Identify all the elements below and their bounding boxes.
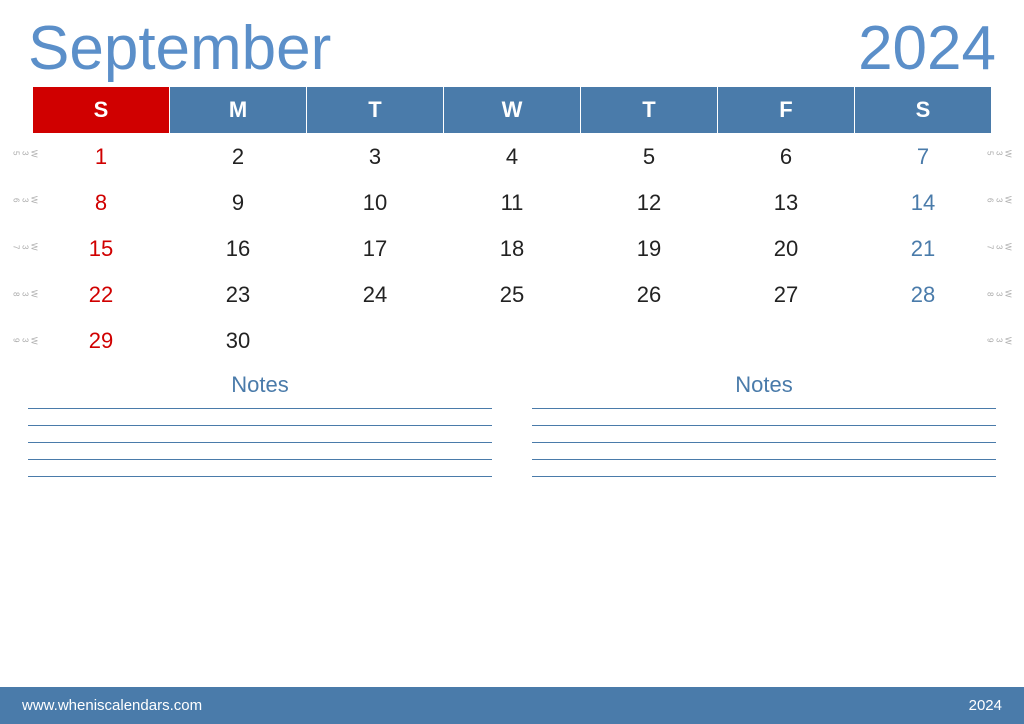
notes-right-line-1: [532, 408, 996, 409]
calendar-week-row: 22232425262728: [33, 272, 992, 318]
header-saturday: S: [855, 87, 992, 134]
calendar-wrapper: W35 W36 W37 W38 W39 S M T W T F S: [18, 86, 1006, 364]
calendar-day-cell: [444, 318, 581, 364]
calendar-day-cell: 14: [855, 180, 992, 226]
right-week-numbers: W35 W36 W37 W38 W39: [992, 86, 1006, 364]
calendar-day-cell: 6: [718, 134, 855, 181]
calendar-day-cell: 11: [444, 180, 581, 226]
notes-line-2: [28, 425, 492, 426]
calendar-table: S M T W T F S 12345678910111213141516171…: [32, 86, 992, 364]
calendar-day-cell: [718, 318, 855, 364]
notes-line-3: [28, 442, 492, 443]
calendar-day-cell: 9: [170, 180, 307, 226]
notes-section: Notes Notes: [0, 364, 1024, 687]
week-num-r37: W37: [992, 225, 1006, 269]
week-num-r38: W38: [992, 272, 1006, 316]
notes-left-label: Notes: [28, 372, 492, 398]
week-num-r39: W39: [992, 319, 1006, 363]
calendar-day-cell: 21: [855, 226, 992, 272]
calendar-day-cell: 8: [33, 180, 170, 226]
header-tuesday: T: [307, 87, 444, 134]
week-num-r35: W35: [992, 131, 1006, 175]
year-title: 2024: [858, 18, 996, 80]
calendar-day-cell: [581, 318, 718, 364]
calendar-day-cell: 27: [718, 272, 855, 318]
month-title: September: [28, 18, 331, 80]
calendar-week-row: 15161718192021: [33, 226, 992, 272]
week-num-37: W37: [18, 225, 32, 269]
notes-right-line-5: [532, 476, 996, 477]
calendar-day-cell: 1: [33, 134, 170, 181]
footer-year: 2024: [969, 697, 1002, 714]
notes-right-line-2: [532, 425, 996, 426]
calendar-day-cell: 24: [307, 272, 444, 318]
notes-left-panel: Notes: [28, 372, 492, 687]
notes-right-label: Notes: [532, 372, 996, 398]
week-num-36: W36: [18, 178, 32, 222]
calendar-section: W35 W36 W37 W38 W39 S M T W T F S: [0, 86, 1024, 364]
calendar-day-cell: 25: [444, 272, 581, 318]
page-header: September 2024: [0, 0, 1024, 86]
calendar-day-cell: 20: [718, 226, 855, 272]
calendar-day-cell: 13: [718, 180, 855, 226]
calendar-week-row: 1234567: [33, 134, 992, 181]
calendar-day-cell: 17: [307, 226, 444, 272]
week-num-35: W35: [18, 131, 32, 175]
calendar-day-cell: [307, 318, 444, 364]
week-num-38: W38: [18, 272, 32, 316]
calendar-day-cell: 15: [33, 226, 170, 272]
calendar-day-cell: 23: [170, 272, 307, 318]
calendar-day-cell: 29: [33, 318, 170, 364]
footer-url: www.wheniscalendars.com: [22, 697, 202, 714]
calendar-day-cell: 7: [855, 134, 992, 181]
header-sunday: S: [33, 87, 170, 134]
calendar-week-row: 2930: [33, 318, 992, 364]
left-week-numbers: W35 W36 W37 W38 W39: [18, 86, 32, 364]
calendar-day-cell: 2: [170, 134, 307, 181]
notes-right-line-3: [532, 442, 996, 443]
calendar-day-cell: 22: [33, 272, 170, 318]
calendar-day-cell: 3: [307, 134, 444, 181]
week-num-39: W39: [18, 319, 32, 363]
calendar-day-cell: 19: [581, 226, 718, 272]
calendar-week-row: 891011121314: [33, 180, 992, 226]
calendar-day-cell: 28: [855, 272, 992, 318]
header-friday: F: [718, 87, 855, 134]
page-footer: www.wheniscalendars.com 2024: [0, 687, 1024, 724]
calendar-day-cell: 10: [307, 180, 444, 226]
calendar-day-cell: 4: [444, 134, 581, 181]
calendar-day-cell: 16: [170, 226, 307, 272]
header-wednesday: W: [444, 87, 581, 134]
notes-right-lines: [532, 408, 996, 477]
notes-right-panel: Notes: [532, 372, 996, 687]
week-num-r36: W36: [992, 178, 1006, 222]
header-monday: M: [170, 87, 307, 134]
calendar-day-cell: [855, 318, 992, 364]
notes-left-lines: [28, 408, 492, 477]
notes-line-1: [28, 408, 492, 409]
calendar-day-cell: 30: [170, 318, 307, 364]
notes-line-5: [28, 476, 492, 477]
header-thursday: T: [581, 87, 718, 134]
notes-right-line-4: [532, 459, 996, 460]
calendar-page: September 2024 W35 W36 W37 W38 W39 S M T…: [0, 0, 1024, 724]
calendar-day-cell: 26: [581, 272, 718, 318]
calendar-day-cell: 12: [581, 180, 718, 226]
calendar-day-cell: 5: [581, 134, 718, 181]
calendar-day-cell: 18: [444, 226, 581, 272]
days-header-row: S M T W T F S: [33, 87, 992, 134]
notes-line-4: [28, 459, 492, 460]
